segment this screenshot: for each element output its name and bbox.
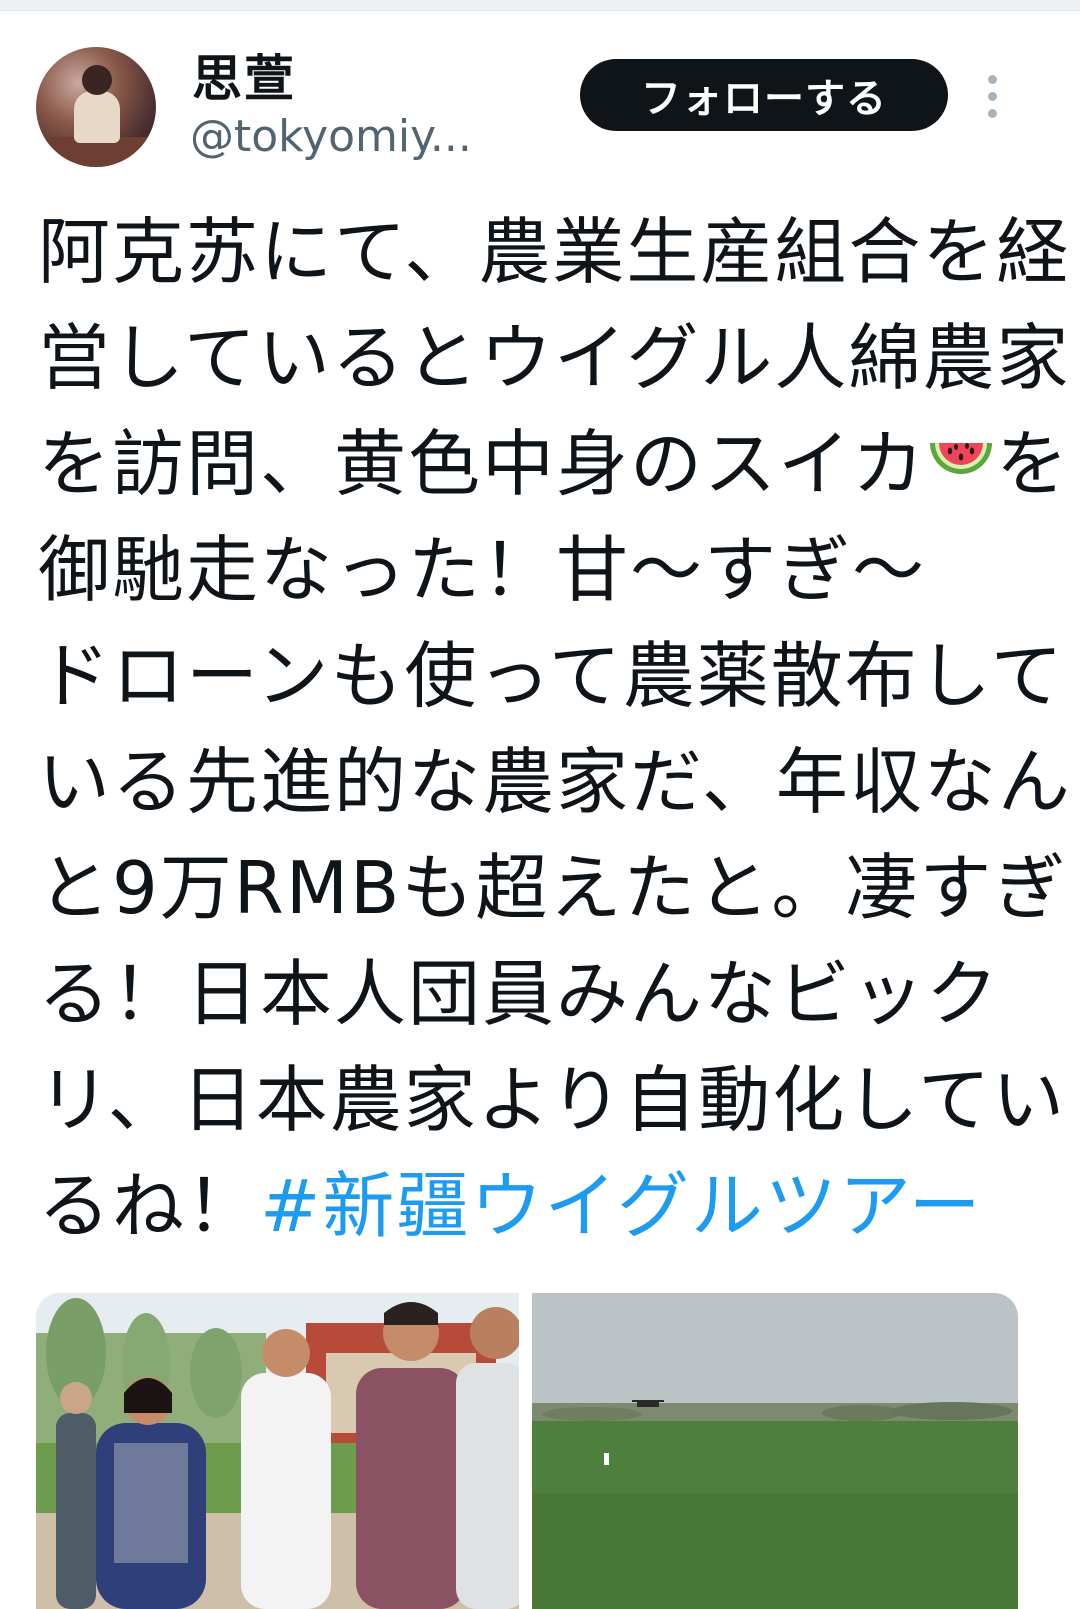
tweet-line-part: を bbox=[996, 422, 1071, 506]
tweet-line: ドローンも使って農薬散布して bbox=[38, 634, 1065, 718]
user-handle[interactable]: @tokyomiy... bbox=[190, 111, 472, 162]
tweet-line: いる先進的な農家だ、年収なん bbox=[38, 740, 1072, 824]
avatar-body bbox=[74, 91, 120, 143]
display-name[interactable]: 思萱 bbox=[192, 39, 296, 111]
tweet-line: 阿克苏にて、農業生産組合を経 bbox=[38, 210, 1071, 294]
watermelon-icon bbox=[926, 435, 996, 495]
top-divider bbox=[0, 0, 1080, 11]
media-photo-field[interactable] bbox=[532, 1293, 1018, 1609]
tweet-text: 阿克苏にて、農業生産組合を経 営しているとウイグル人綿農家 を訪問、黄色中身のス… bbox=[38, 199, 1072, 1259]
media-photo-group[interactable] bbox=[36, 1293, 519, 1609]
follow-button[interactable]: フォローする bbox=[580, 59, 948, 131]
more-dot bbox=[988, 92, 997, 101]
more-dot bbox=[988, 109, 997, 118]
tweet-line: リ、日本農家より自動化してい bbox=[38, 1058, 1067, 1142]
tweet-line: 御馳走なった！甘〜すぎ〜 bbox=[38, 528, 927, 612]
tweet-line-part: を訪問、黄色中身のスイカ bbox=[38, 422, 927, 506]
tweet-line-part: るね！ bbox=[38, 1164, 261, 1248]
more-vertical-icon[interactable] bbox=[986, 75, 1000, 119]
tweet: 思萱 @tokyomiy... フォローする 阿克苏にて、農業生産組合を経 営し… bbox=[0, 11, 1080, 1609]
tweet-line: と9万RMBも超えたと。凄すぎ bbox=[38, 846, 1068, 930]
tweet-line: るね！#新疆ウイグルツアー bbox=[38, 1153, 1023, 1259]
hashtag-link[interactable]: #新疆ウイグルツアー bbox=[260, 1164, 983, 1248]
tweet-line: 営しているとウイグル人綿農家 bbox=[38, 316, 1071, 400]
more-dot bbox=[988, 75, 997, 84]
tweet-line: を訪問、黄色中身のスイカ を bbox=[38, 411, 1068, 517]
avatar-head bbox=[82, 65, 112, 95]
avatar[interactable] bbox=[36, 47, 156, 167]
media-grid bbox=[36, 1293, 1018, 1609]
tweet-line: る！日本人団員みんなビック bbox=[38, 952, 1001, 1036]
